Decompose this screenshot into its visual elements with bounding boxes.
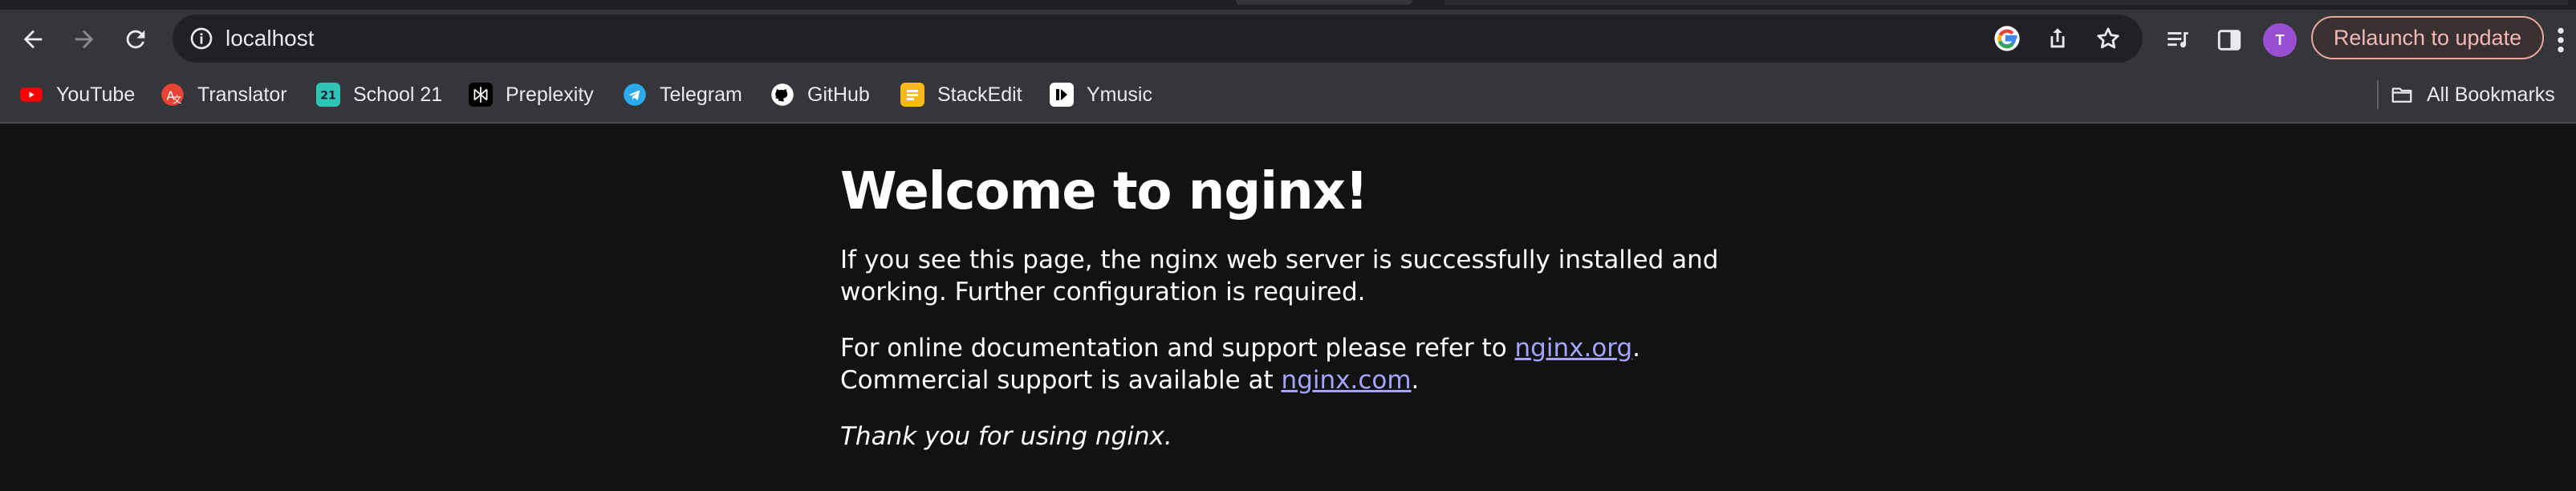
intro-paragraph: If you see this page, the nginx web serv… (840, 246, 1719, 306)
tab-strip (0, 0, 2576, 10)
translator-icon: A文 (160, 83, 185, 107)
telegram-icon (623, 83, 647, 107)
all-bookmarks-label: All Bookmarks (2427, 83, 2555, 106)
perplexity-icon (469, 83, 493, 107)
side-panel-button[interactable] (2215, 26, 2244, 55)
all-bookmarks-button[interactable]: All Bookmarks (2390, 79, 2555, 111)
bookmark-label: StackEdit (937, 83, 1022, 106)
google-icon (1994, 26, 2020, 51)
back-button[interactable] (14, 21, 51, 58)
youtube-icon (19, 83, 43, 107)
ymusic-icon (1050, 83, 1074, 107)
playlist-music-icon (2168, 32, 2188, 48)
bookmarks-divider (2377, 80, 2379, 109)
bookmark-ymusic[interactable]: Ymusic (1050, 79, 1152, 111)
github-icon (770, 83, 794, 107)
forward-button[interactable] (66, 21, 103, 58)
bookmark-school21[interactable]: 21 School 21 (316, 79, 442, 111)
stackedit-icon (900, 83, 924, 107)
bookmark-label: Telegram (660, 83, 742, 106)
period-text: . (1411, 366, 1420, 395)
page-content: Welcome to nginx! If you see this page, … (840, 157, 1723, 452)
active-tab-edge[interactable] (1236, 0, 1412, 5)
bookmark-youtube[interactable]: YouTube (19, 79, 135, 111)
reload-button[interactable] (117, 21, 154, 58)
share-icon (2050, 28, 2065, 48)
thank-you-text: Thank you for using nginx. (840, 422, 1172, 451)
bookmark-label: School 21 (353, 83, 443, 106)
bookmark-star-button[interactable] (2094, 24, 2123, 53)
folder-icon (2390, 83, 2414, 107)
support-paragraph: For online documentation and support ple… (840, 332, 1723, 396)
arrow-right-icon (75, 30, 94, 49)
bookmark-stackedit[interactable]: StackEdit (900, 79, 1022, 111)
media-control-button[interactable] (2164, 26, 2192, 55)
bookmark-label: Translator (197, 83, 287, 106)
bookmark-github[interactable]: GitHub (770, 79, 870, 111)
bookmark-label: YouTube (56, 83, 136, 106)
bookmark-perplexity[interactable]: Preplexity (469, 79, 594, 111)
bookmark-label: Preplexity (506, 83, 594, 106)
svg-text:文: 文 (173, 94, 181, 105)
bookmark-translator[interactable]: A文 Translator (160, 79, 287, 111)
period-text: . (1632, 334, 1641, 363)
svg-text:21: 21 (320, 89, 336, 102)
profile-avatar[interactable]: T (2263, 23, 2297, 57)
page-title: Welcome to nginx! (840, 162, 1368, 221)
commercial-support-text: Commercial support is available at (840, 366, 1282, 395)
star-icon (2097, 27, 2119, 49)
address-bar[interactable]: localhost (173, 14, 2143, 63)
nginx-com-link[interactable]: nginx.com (1282, 366, 1412, 395)
browser-toolbar: localhost T Relaunch to update (0, 10, 2576, 67)
bookmarks-bar: YouTube A文 Translator 21 School 21 Prepl… (0, 67, 2576, 124)
google-lens-button[interactable] (1993, 24, 2021, 53)
url-text[interactable]: localhost (226, 14, 315, 63)
arrow-left-icon (23, 30, 43, 49)
relaunch-to-update-button[interactable]: Relaunch to update (2311, 16, 2544, 59)
tab-strip-fill (1444, 0, 2568, 5)
more-menu-icon[interactable] (2549, 24, 2573, 56)
reload-icon (126, 30, 145, 49)
bookmark-telegram[interactable]: Telegram (623, 79, 742, 111)
support-text: For online documentation and support ple… (840, 334, 1515, 363)
school21-icon: 21 (316, 83, 340, 107)
bookmark-label: Ymusic (1087, 83, 1152, 106)
info-icon[interactable] (189, 26, 214, 51)
share-button[interactable] (2043, 24, 2072, 53)
nginx-org-link[interactable]: nginx.org (1515, 334, 1633, 363)
side-panel-icon (2217, 30, 2241, 51)
bookmark-label: GitHub (807, 83, 870, 106)
